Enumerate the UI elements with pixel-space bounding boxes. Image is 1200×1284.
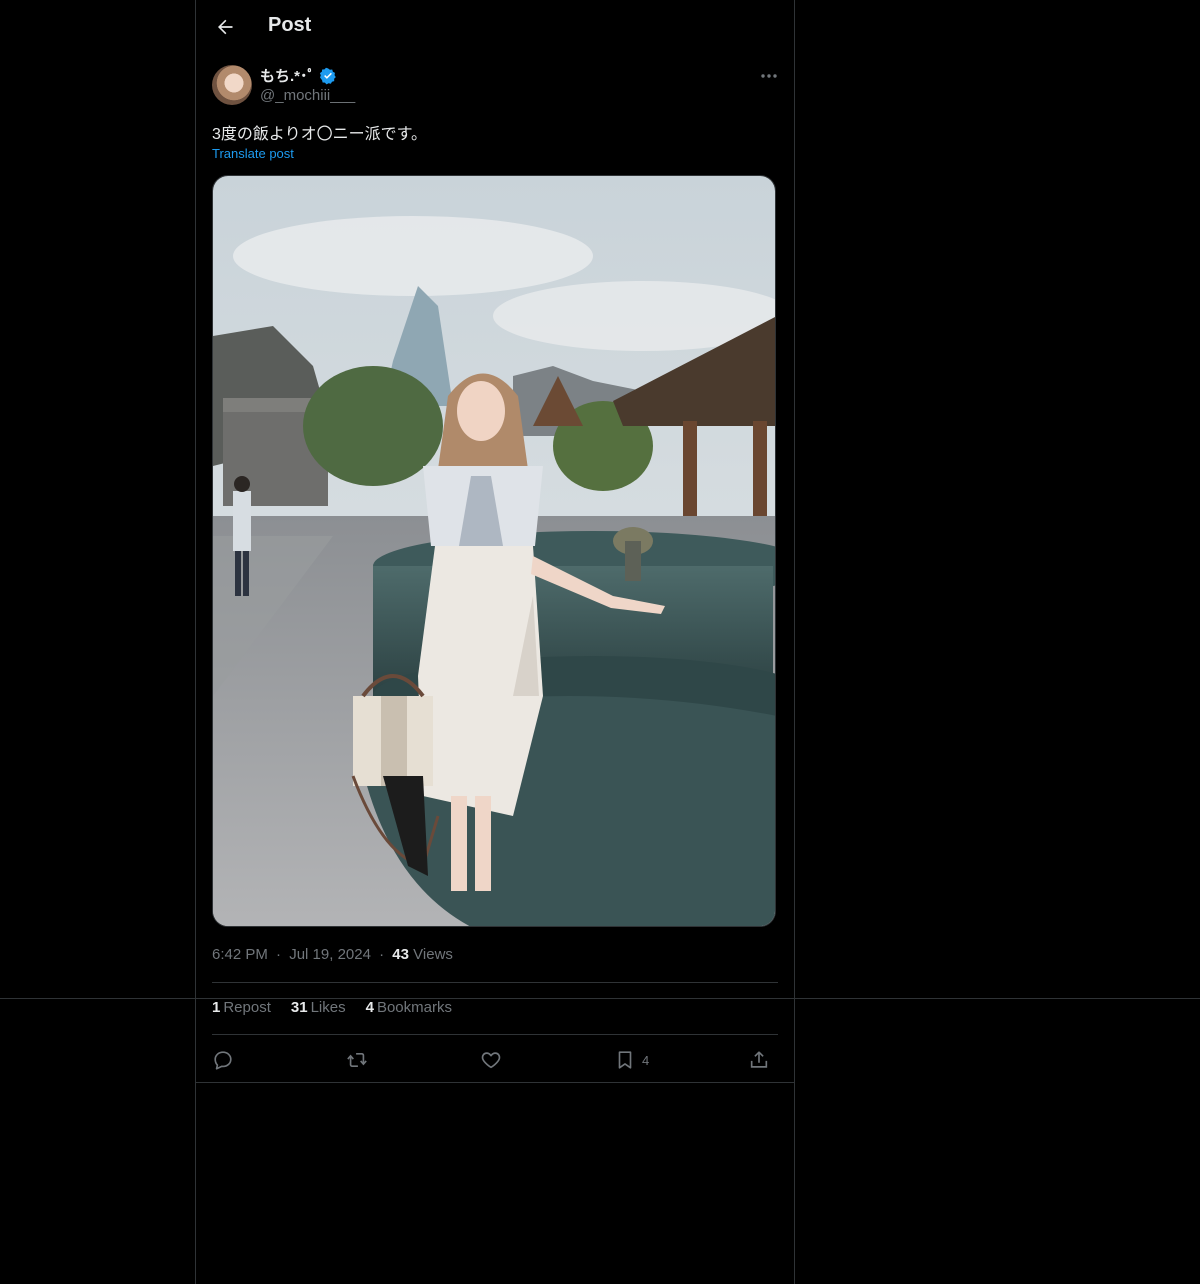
actions-divider	[196, 1082, 794, 1083]
post-text: 3度の飯よりオ〇ニー派です。	[212, 126, 427, 143]
translate-post-link[interactable]: Translate post	[212, 146, 294, 161]
stats-divider	[212, 1034, 778, 1035]
reply-button[interactable]	[212, 1046, 234, 1074]
author-name-row[interactable]: もち.*･ﾟ	[260, 65, 337, 86]
page-title: Post	[268, 14, 312, 36]
bookmark-button[interactable]: 4	[614, 1046, 649, 1074]
repost-count: 1	[212, 999, 221, 1016]
photo-illustration	[213, 176, 775, 926]
action-bar: 4	[212, 1046, 778, 1074]
share-icon	[750, 1051, 768, 1068]
repost-stat[interactable]: 1 Repost	[212, 999, 271, 1016]
primary-column: Post もち.*･ﾟ @_mochiii___ 3度の飯よりオ〇ニー派です。 …	[195, 0, 795, 1284]
more-options-button[interactable]	[756, 66, 782, 86]
post-photo[interactable]	[212, 175, 776, 927]
likes-count: 31	[290, 999, 308, 1016]
views-label: Views	[413, 946, 453, 963]
meta-dot: ·	[276, 946, 282, 963]
repost-label: Repost	[223, 999, 271, 1016]
repost-icon	[347, 1052, 367, 1068]
bookmark-icon	[618, 1051, 632, 1069]
avatar[interactable]	[212, 65, 252, 105]
bookmarks-stat[interactable]: 4 Bookmarks	[366, 999, 452, 1016]
bookmark-count: 4	[642, 1052, 650, 1068]
engagement-stats: 1 Repost 31 Likes 4 Bookmarks	[212, 999, 452, 1016]
verified-badge-icon	[319, 67, 336, 84]
bookmarks-label: Bookmarks	[376, 999, 452, 1016]
back-button[interactable]	[208, 10, 242, 44]
likes-stat[interactable]: 31 Likes	[291, 999, 346, 1016]
top-bar: Post	[196, 0, 794, 54]
post-time[interactable]: 6:42 PM	[212, 946, 268, 963]
bookmarks-count: 4	[365, 999, 374, 1016]
reply-icon	[214, 1051, 232, 1070]
likes-label: Likes	[310, 999, 346, 1016]
like-button[interactable]	[480, 1046, 502, 1074]
meta-divider	[212, 982, 778, 983]
meta-dot-2: ·	[379, 946, 385, 963]
display-name[interactable]: もち.*･ﾟ	[260, 65, 315, 86]
user-handle[interactable]: @_mochiii___	[260, 87, 355, 104]
post-date[interactable]: Jul 19, 2024	[289, 946, 371, 963]
share-button[interactable]	[748, 1046, 770, 1074]
views-count: 43	[392, 946, 409, 963]
heart-icon	[481, 1052, 501, 1069]
repost-button[interactable]	[346, 1046, 368, 1074]
arrow-left-icon	[218, 19, 233, 35]
post-meta: 6:42 PM · Jul 19, 2024 · 43 Views	[212, 946, 453, 963]
more-dots-icon	[761, 74, 777, 78]
